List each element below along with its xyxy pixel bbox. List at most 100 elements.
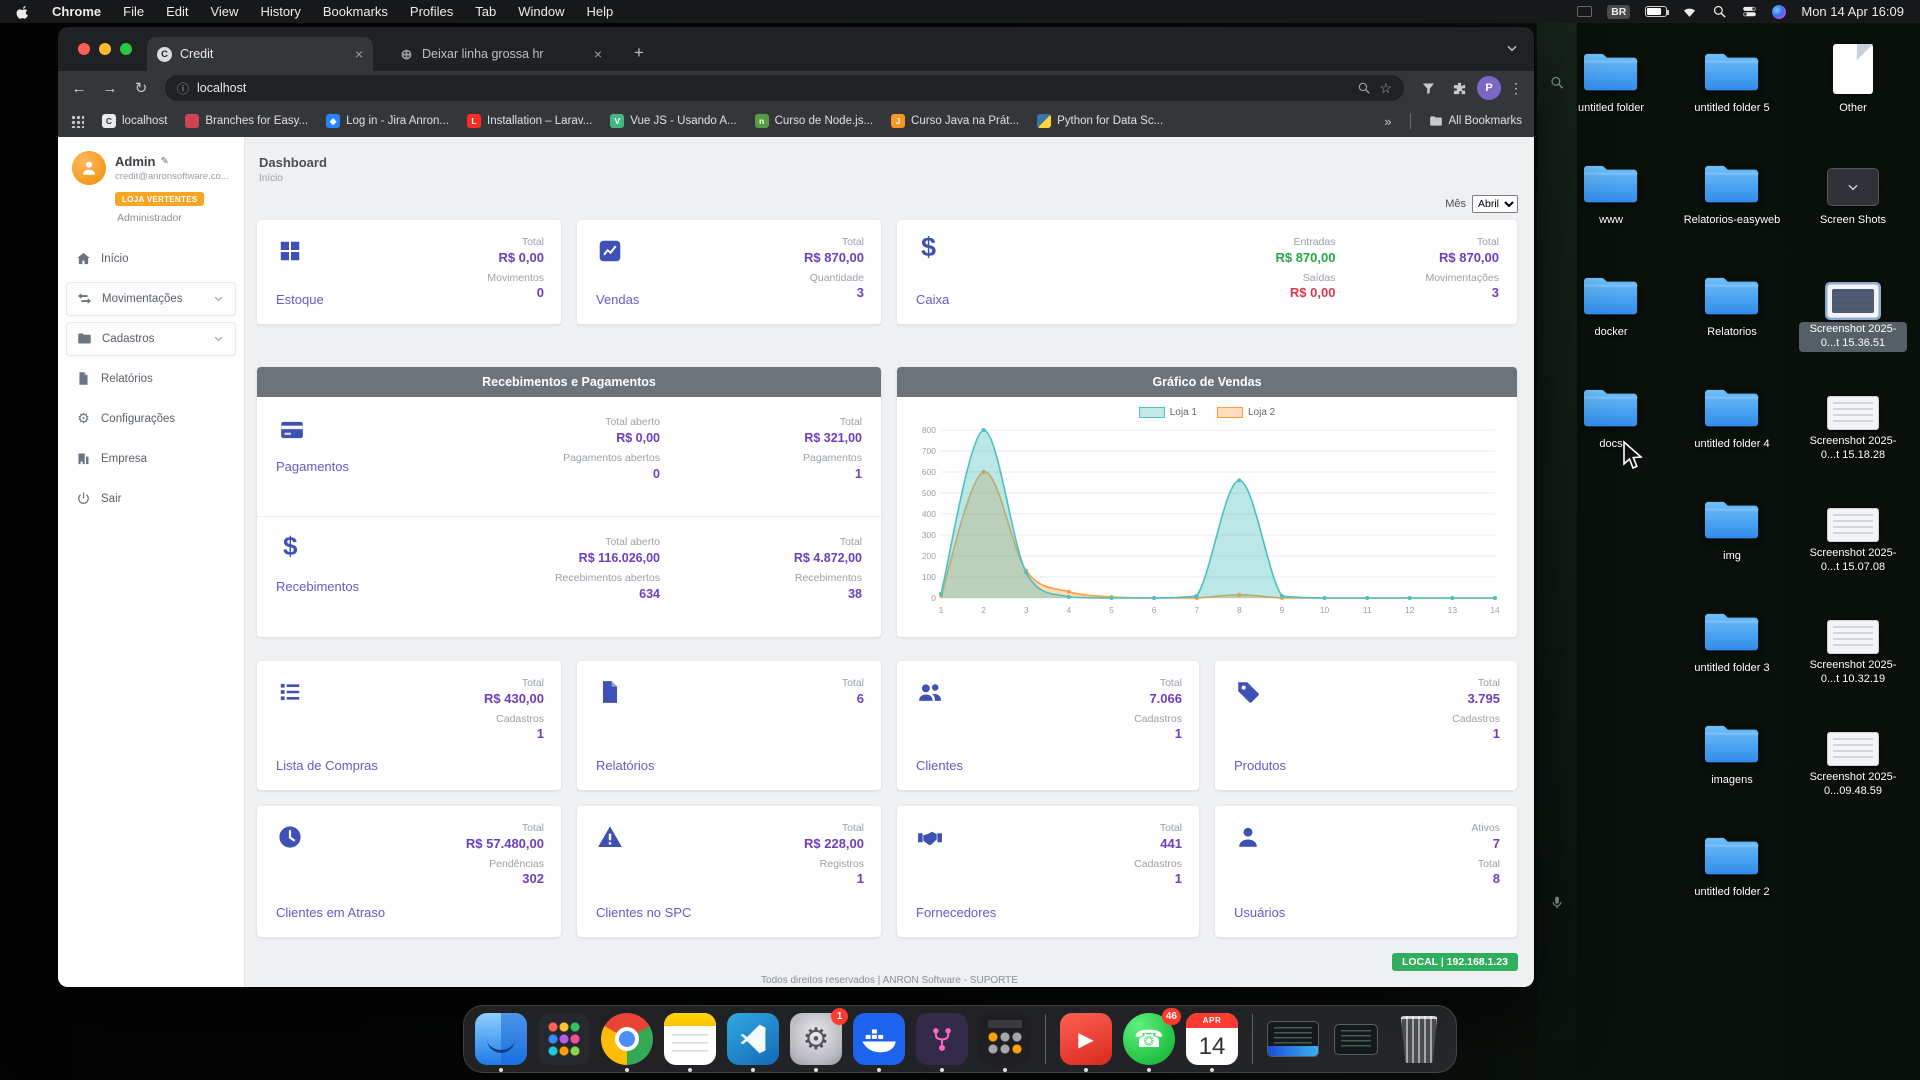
menu-bookmarks[interactable]: Bookmarks — [323, 4, 388, 19]
menu-edit[interactable]: Edit — [166, 4, 188, 19]
desktop-icon-selected[interactable]: Screenshot 2025-0...t 15.36.51 — [1798, 264, 1908, 352]
bookmarks-overflow-icon[interactable]: » — [1384, 114, 1391, 129]
wifi-icon[interactable] — [1682, 4, 1697, 19]
tab-search-button[interactable] — [1504, 40, 1520, 56]
reload-button[interactable]: ↻ — [128, 79, 154, 97]
filter-extension-icon[interactable] — [1415, 81, 1441, 96]
desktop-icon[interactable]: www — [1556, 152, 1666, 229]
address-bar[interactable]: ⓘ ☆ — [165, 75, 1404, 101]
desktop-icon[interactable]: docker — [1556, 264, 1666, 341]
back-button[interactable]: ← — [66, 80, 92, 97]
dock-finder[interactable] — [475, 1013, 527, 1065]
avatar[interactable] — [72, 151, 106, 185]
menu-history[interactable]: History — [260, 4, 300, 19]
tab-deixar-linha[interactable]: ⊕ Deixar linha grossa hr × — [389, 37, 612, 71]
card-relatorios[interactable]: Total 6 Relatórios — [577, 661, 881, 790]
minimize-window-button[interactable] — [99, 43, 111, 55]
card-title[interactable]: Fornecedores — [916, 905, 996, 922]
desktop-icon[interactable]: img — [1677, 488, 1787, 565]
desktop-icon[interactable]: Screen Shots — [1798, 152, 1908, 229]
menubar-clock[interactable]: Mon 14 Apr 16:09 — [1801, 4, 1904, 19]
sidebar-item-empresa[interactable]: Empresa — [66, 442, 236, 476]
desktop-icon[interactable]: Screenshot 2025-0...t 15.18.28 — [1798, 376, 1908, 464]
dock-fork[interactable] — [916, 1013, 968, 1065]
close-tab-icon[interactable]: × — [594, 46, 602, 62]
apple-menu-icon[interactable] — [16, 5, 30, 19]
menu-window[interactable]: Window — [518, 4, 564, 19]
desktop-icon[interactable]: docs — [1556, 376, 1666, 453]
bookmark-java[interactable]: J Curso Java na Prát... — [891, 114, 1019, 128]
desktop-icon[interactable]: Relatorios-easyweb — [1677, 152, 1787, 229]
input-source-badge[interactable]: BR — [1607, 5, 1630, 19]
dock-launchpad[interactable] — [538, 1013, 590, 1065]
month-select[interactable]: Abril — [1472, 195, 1518, 213]
desktop-icon[interactable]: Relatorios — [1677, 264, 1787, 341]
card-title[interactable]: Vendas — [596, 292, 639, 309]
desktop-icon[interactable]: Screenshot 2025-0...09.48.59 — [1798, 712, 1908, 800]
desktop-icon[interactable]: Other — [1798, 40, 1908, 117]
bookmark-branches[interactable]: Branches for Easy... — [185, 114, 308, 128]
bookmark-python[interactable]: Python for Data Sc... — [1037, 114, 1163, 128]
dock-minimized-window-1[interactable] — [1267, 1013, 1319, 1065]
dock-settings[interactable]: 1 ⚙ — [790, 1013, 842, 1065]
card-title[interactable]: Estoque — [276, 292, 324, 309]
sidebar-item-cadastros[interactable]: Cadastros — [66, 322, 236, 356]
menu-view[interactable]: View — [210, 4, 238, 19]
lens-icon[interactable] — [1357, 81, 1371, 95]
row-title[interactable]: Recebimentos — [276, 579, 359, 594]
desktop-icon[interactable]: untitled folder 4 — [1677, 376, 1787, 453]
url-input[interactable] — [197, 81, 1349, 95]
spotlight-icon[interactable] — [1712, 4, 1727, 19]
desktop-icon[interactable]: Screenshot 2025-0...t 10.32.19 — [1798, 600, 1908, 688]
menu-chrome[interactable]: Chrome — [52, 4, 101, 19]
browser-menu-icon[interactable]: ⋮ — [1506, 80, 1526, 97]
bookmark-vue[interactable]: V Vue JS - Usando A... — [610, 114, 736, 128]
card-lista-de-compras[interactable]: Total R$ 430,00 Cadastros 1 Lista de Com… — [257, 661, 561, 790]
menu-file[interactable]: File — [123, 4, 144, 19]
apps-grid-icon[interactable] — [70, 114, 84, 128]
sidebar-item-configuracoes[interactable]: ⚙ Configurações — [66, 402, 236, 436]
card-vendas[interactable]: Total R$ 870,00 Quantidade 3 Vendas — [577, 220, 881, 324]
siri-icon[interactable] — [1772, 5, 1786, 19]
desktop-icon[interactable]: untitled folder 3 — [1677, 600, 1787, 677]
dock-docker[interactable] — [853, 1013, 905, 1065]
sidebar-item-sair[interactable]: Sair — [66, 482, 236, 516]
card-title[interactable]: Clientes no SPC — [596, 905, 691, 922]
card-usuarios[interactable]: Ativos 7 Total 8 Usuários — [1215, 806, 1517, 937]
card-title[interactable]: Caixa — [916, 292, 949, 309]
payments-row[interactable]: Pagamentos Total aberto R$ 0,00 Pagament… — [257, 397, 881, 516]
profile-avatar[interactable]: P — [1477, 76, 1501, 100]
card-clientes-em-atraso[interactable]: Total R$ 57.480,00 Pendências 302 Client… — [257, 806, 561, 937]
bookmark-star-icon[interactable]: ☆ — [1379, 80, 1392, 97]
close-tab-icon[interactable]: × — [355, 46, 363, 62]
all-bookmarks-button[interactable]: All Bookmarks — [1429, 114, 1523, 128]
card-title[interactable]: Lista de Compras — [276, 758, 378, 775]
card-estoque[interactable]: Total R$ 0,00 Movimentos 0 Estoque — [257, 220, 561, 324]
dock-trash[interactable] — [1393, 1013, 1445, 1065]
desktop-icon[interactable]: untitled folder 2 — [1677, 824, 1787, 901]
tab-credit[interactable]: C Credit × — [147, 37, 373, 71]
status-extra-icon[interactable] — [1577, 6, 1592, 17]
sidebar-item-movimentacoes[interactable]: Movimentações — [66, 282, 236, 316]
card-caixa[interactable]: $ Entradas R$ 870,00 Saídas R$ 0,00 Tota… — [897, 220, 1517, 324]
dock-notes[interactable] — [664, 1013, 716, 1065]
bookmark-localhost[interactable]: C localhost — [102, 114, 167, 128]
receivables-row[interactable]: $ Recebimentos Total aberto R$ 116.026,0… — [257, 516, 881, 635]
dock-whatsapp[interactable]: 46 ☎ — [1123, 1013, 1175, 1065]
zoom-window-button[interactable] — [120, 43, 132, 55]
forward-button[interactable]: → — [97, 80, 123, 97]
site-info-icon[interactable]: ⓘ — [177, 80, 189, 97]
extensions-puzzle-icon[interactable] — [1446, 81, 1472, 96]
menu-profiles[interactable]: Profiles — [410, 4, 453, 19]
card-title[interactable]: Usuários — [1234, 905, 1285, 922]
card-title[interactable]: Produtos — [1234, 758, 1286, 775]
desktop-icon[interactable]: untitled folder 5 — [1677, 40, 1787, 117]
dock-vscode[interactable] — [727, 1013, 779, 1065]
card-title[interactable]: Clientes em Atraso — [276, 905, 385, 922]
bookmark-node[interactable]: n Curso de Node.js... — [755, 114, 873, 128]
card-title[interactable]: Clientes — [916, 758, 963, 775]
sidebar-item-relatorios[interactable]: Relatórios — [66, 362, 236, 396]
card-fornecedores[interactable]: Total 441 Cadastros 1 Fornecedores — [897, 806, 1199, 937]
card-clientes[interactable]: Total 7.066 Cadastros 1 Clientes — [897, 661, 1199, 790]
card-clientes-no-spc[interactable]: Total R$ 228,00 Registros 1 Clientes no … — [577, 806, 881, 937]
